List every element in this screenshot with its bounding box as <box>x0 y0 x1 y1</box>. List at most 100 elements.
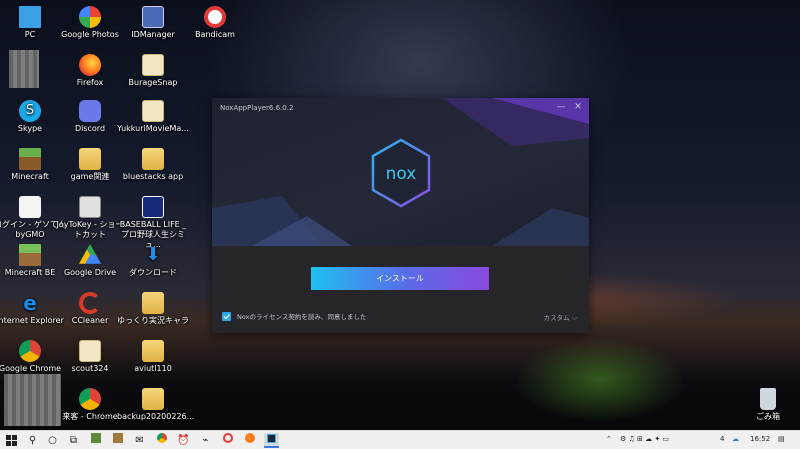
desktop-icon-label: BurageSnap <box>128 78 178 87</box>
desktop-icon-label: aviutl110 <box>134 364 172 373</box>
nox-installer-window: NoxAppPlayer6.6.0.2 — ✕ nox インストール Noxのラ… <box>212 98 589 333</box>
desktop-icon-label: ダウンロード <box>129 268 177 277</box>
checkmark-icon <box>223 313 230 319</box>
joytokey-icon <box>79 196 101 218</box>
desktop-icon-scout324[interactable]: scout324 <box>54 340 126 374</box>
cloud-icon[interactable]: ☁ <box>732 435 739 443</box>
desktop-icon-label: Bandicam <box>195 30 235 39</box>
desktop-icon-label: PC <box>24 30 36 39</box>
desktop-icon-label: backup20200226... <box>117 412 195 421</box>
desktop-icon-backup-folder[interactable]: backup20200226... <box>117 388 194 422</box>
desktop-icon-download[interactable]: ⬇ ダウンロード <box>117 244 189 278</box>
notification-count: 4 <box>720 435 725 443</box>
chrome-taskbar-icon[interactable] <box>154 433 169 448</box>
task-view-icon[interactable]: ⧉ <box>66 433 81 448</box>
search-icon[interactable]: ⚲ <box>25 433 40 448</box>
window-title: NoxAppPlayer6.6.0.2 <box>220 104 294 112</box>
nox-taskbar-icon[interactable] <box>264 433 279 448</box>
gesoten-icon <box>19 196 41 218</box>
desktop-icon-label: YukkuriMovieMa... <box>117 124 189 133</box>
custom-options-link[interactable]: カスタム ⌵ <box>544 312 577 323</box>
idmanager-icon <box>142 6 164 28</box>
desktop-icon-label: JoyToKey - ショートカット <box>56 220 124 239</box>
folder-icon <box>79 148 101 170</box>
minimize-button[interactable]: — <box>554 101 568 113</box>
license-text: Noxのライセンス契約を読み、同意しました <box>237 313 367 321</box>
desktop-icon-label: Google Photos <box>61 30 119 39</box>
box-app-icon[interactable] <box>110 433 125 448</box>
minecraft-taskbar-icon[interactable] <box>88 433 103 448</box>
desktop-icon-buragesnap[interactable]: BurageSnap <box>117 54 189 88</box>
desktop-icon-label: Google Drive <box>63 268 117 277</box>
folder-icon <box>142 292 164 314</box>
chrome-icon <box>79 388 101 410</box>
pc-icon <box>19 6 41 28</box>
nox-logo-icon: nox <box>371 138 431 208</box>
clock[interactable]: 16:52 <box>750 435 770 443</box>
desktop-icon-firefox[interactable]: Firefox <box>54 54 126 88</box>
windows-start-icon[interactable] <box>4 433 19 448</box>
desktop-icon-label: IDManager <box>131 30 175 39</box>
internet-explorer-icon: e <box>23 291 37 315</box>
desktop-icon-label: scout324 <box>71 364 109 373</box>
alarm-clock-icon[interactable]: ⏰ <box>176 433 191 448</box>
chevron-down-icon: ⌵ <box>571 314 577 322</box>
desktop-icon-google-photos[interactable]: Google Photos <box>54 6 126 40</box>
desktop-icon-discord[interactable]: Discord <box>54 100 126 134</box>
firefox-icon <box>79 54 101 76</box>
desktop-icon-label: Minecraft <box>11 172 49 181</box>
license-agreement-row: Noxのライセンス契約を読み、同意しました <box>222 311 366 321</box>
folder-icon <box>142 340 164 362</box>
desktop-icon-label: CCleaner <box>71 316 109 325</box>
desktop-icon-google-drive[interactable]: Google Drive <box>54 244 126 278</box>
desktop-icon-label: ゆっくり実況キャラ <box>117 316 189 325</box>
desktop-icon-label: Discord <box>74 124 106 133</box>
cast-icon[interactable]: ⌁ <box>198 433 213 448</box>
close-button[interactable]: ✕ <box>571 101 585 113</box>
discord-icon <box>79 100 101 122</box>
tray-app-icons[interactable]: ⚙ ♫ ⊞ ☁ ✦ ▭ <box>620 435 669 443</box>
file-icon <box>79 340 101 362</box>
desktop-icon-yukkuri-chara[interactable]: ゆっくり実況キャラ <box>117 292 189 326</box>
folder-icon <box>142 388 164 410</box>
nox-header-banner: NoxAppPlayer6.6.0.2 — ✕ nox <box>212 98 589 246</box>
svg-text:nox: nox <box>386 164 417 184</box>
cortana-icon[interactable]: ○ <box>45 433 60 448</box>
minecraft-icon <box>19 148 41 170</box>
blurred-desktop-icon[interactable] <box>4 374 61 426</box>
google-drive-icon <box>79 244 101 264</box>
desktop-icon-bluestacks-app[interactable]: bluestacks app <box>117 148 189 182</box>
desktop-icon-label: Skype <box>17 124 43 133</box>
desktop-icon-bandicam[interactable]: Bandicam <box>179 6 251 40</box>
show-hidden-icons-icon[interactable]: ⌃ <box>606 435 612 443</box>
license-checkbox[interactable] <box>222 311 231 321</box>
custom-label: カスタム <box>543 314 570 322</box>
desktop-icon-ccleaner[interactable]: CCleaner <box>54 292 126 326</box>
install-button[interactable]: インストール <box>311 267 489 290</box>
blurred-desktop-icon[interactable] <box>9 50 39 88</box>
taskbar: ⚲ ○ ⧉ ✉ ⏰ ⌁ ⌃ ⚙ ♫ ⊞ ☁ ✦ ▭ 4 ☁ 16:52 ▤ <box>0 430 800 449</box>
desktop-icon-label: bluestacks app <box>122 172 184 181</box>
desktop-icon-baseball-life[interactable]: BASEBALL LIFE _ プロ野球人生シミュ... <box>117 196 189 250</box>
desktop-icon-joytokey[interactable]: JoyToKey - ショートカット <box>54 196 126 240</box>
baseball-life-icon <box>142 196 164 218</box>
mail-icon[interactable]: ✉ <box>132 433 147 448</box>
desktop-icon-yukkurimoviemaker[interactable]: YukkuriMovieMa... <box>117 100 189 134</box>
desktop-icon-label: Minecraft BE <box>4 268 56 277</box>
action-center-icon[interactable]: ▤ <box>778 435 785 443</box>
chrome-icon <box>19 340 41 362</box>
firefox-taskbar-icon[interactable] <box>242 433 257 448</box>
desktop-icon-label: ごみ箱 <box>756 412 780 421</box>
desktop-icon-recycle-bin[interactable]: ごみ箱 <box>732 388 800 422</box>
desktop-icon-aviutl110[interactable]: aviutl110 <box>117 340 189 374</box>
bandicam-taskbar-icon[interactable] <box>220 433 235 448</box>
desktop-icon-label: Google Chrome <box>0 364 62 373</box>
file-icon <box>142 100 164 122</box>
desktop-icon-label: 来客 - Chrome <box>62 412 118 421</box>
desktop-icon-game-folder[interactable]: game関連 <box>54 148 126 182</box>
desktop-icon-chrome-visitor[interactable]: 来客 - Chrome <box>54 388 126 422</box>
download-icon: ⬇ <box>145 244 161 265</box>
minecraft-be-icon <box>19 244 41 266</box>
bandicam-icon <box>204 6 226 28</box>
desktop-icon-label: game関連 <box>70 172 110 181</box>
